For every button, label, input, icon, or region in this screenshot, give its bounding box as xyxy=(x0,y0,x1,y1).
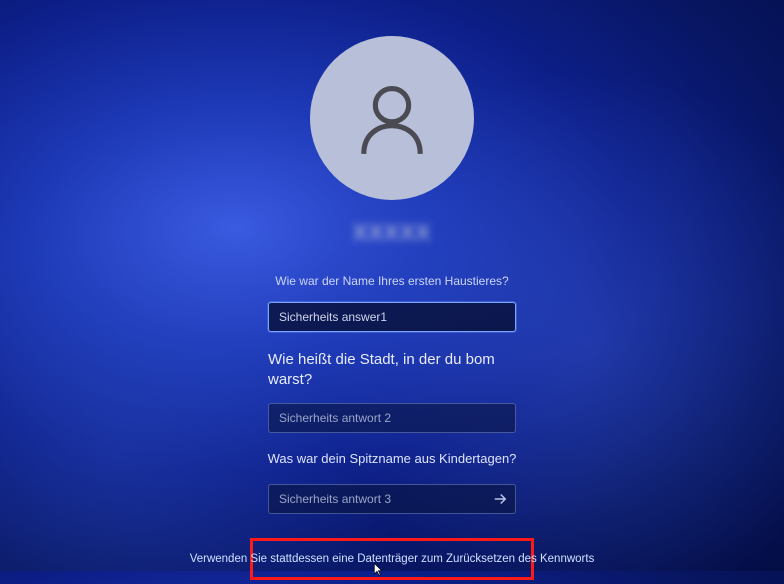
highlight-box: Verwenden Sie stattdessen eine Datenträg… xyxy=(250,538,534,580)
security-question-3: Was war dein Spitzname aus Kindertagen? xyxy=(268,451,517,466)
user-avatar xyxy=(310,36,474,200)
username-label: XXXXX xyxy=(353,220,431,246)
security-question-1: Wie war der Name Ihres ersten Haustieres… xyxy=(275,274,508,288)
password-reset-disk-link[interactable]: Verwenden Sie stattdessen eine Datenträg… xyxy=(190,553,595,565)
arrow-right-icon xyxy=(491,490,509,508)
security-question-2: Wie heißt die Stadt, in der du bom warst… xyxy=(268,350,516,391)
security-answer-3-input[interactable] xyxy=(268,484,516,514)
person-icon xyxy=(351,77,433,159)
security-answer-1-input[interactable] xyxy=(268,302,516,332)
submit-button[interactable] xyxy=(490,489,510,509)
security-answer-2-input[interactable] xyxy=(268,403,516,433)
